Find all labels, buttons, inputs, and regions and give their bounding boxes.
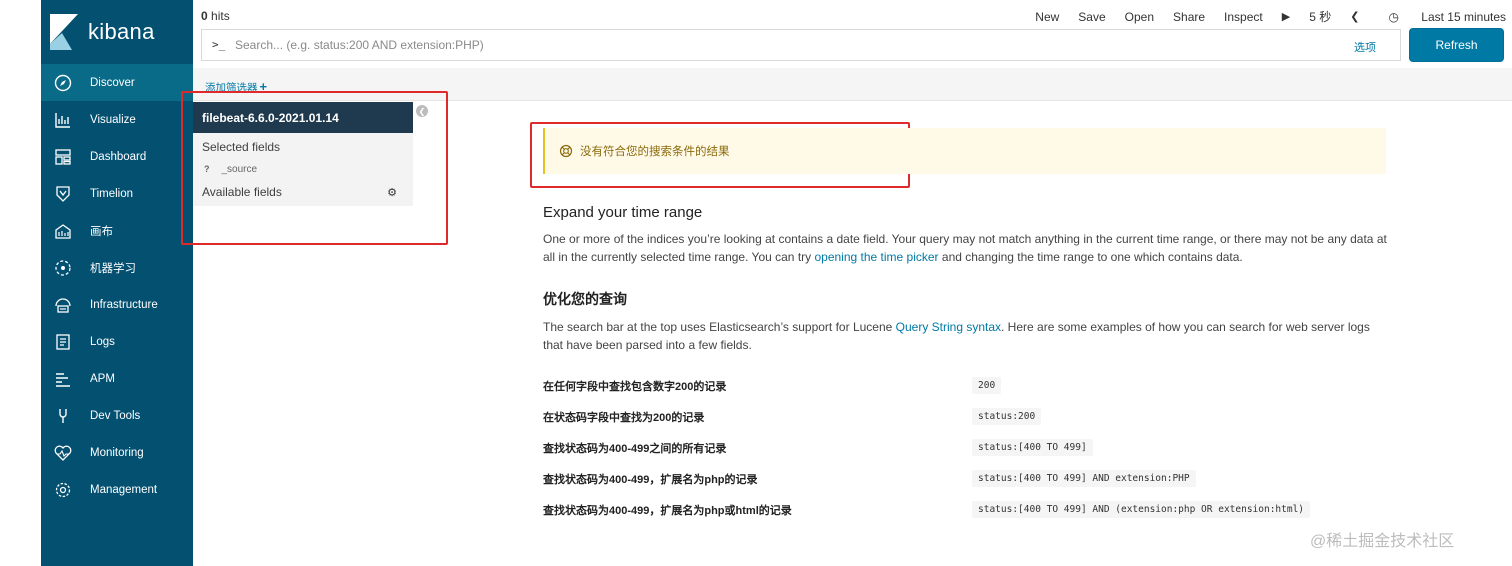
- sidebar-item-label: Infrastructure: [90, 298, 158, 311]
- sidebar-item-label: Visualize: [90, 113, 136, 126]
- no-results-help: Expand your time range One or more of th…: [543, 204, 1393, 354]
- sidebar-item-dashboard[interactable]: Dashboard: [41, 138, 193, 175]
- sidebar-item-canvas[interactable]: 画布: [41, 212, 193, 249]
- hits-label: hits: [211, 9, 230, 23]
- open-time-picker-link[interactable]: opening the time picker: [814, 250, 938, 264]
- watermark: @稀土掘金技术社区: [1310, 533, 1455, 550]
- example-description: 在状态码字段中查找为200的记录: [543, 411, 705, 424]
- sidebar-item-monitoring[interactable]: Monitoring: [41, 434, 193, 471]
- sidebar-item-infrastructure[interactable]: Infrastructure: [41, 286, 193, 323]
- expand-time-range-text: One or more of the indices you’re lookin…: [543, 231, 1393, 266]
- wrench-icon: [54, 407, 72, 425]
- clock-icon: ◷: [1388, 9, 1399, 24]
- shield-icon: [54, 185, 72, 203]
- query-prompt-icon: >_: [212, 38, 226, 51]
- example-code: status:[400 TO 499] AND (extension:php O…: [972, 501, 1311, 518]
- chart-icon: [54, 111, 72, 129]
- new-button[interactable]: New: [1035, 10, 1059, 24]
- optimize-query-title: 优化您的查询: [543, 291, 627, 307]
- sidebar-item-label: APM: [90, 372, 115, 385]
- no-results-text: 没有符合您的搜索条件的结果: [580, 146, 730, 158]
- time-range-label: Last 15 minutes: [1421, 9, 1506, 24]
- sidebar-item-label: 画布: [90, 225, 113, 238]
- example-description: 在任何字段中查找包含数字200的记录: [543, 380, 727, 393]
- sidebar-item-label: Timelion: [90, 187, 134, 200]
- no-results-callout: 没有符合您的搜索条件的结果: [543, 128, 1386, 174]
- example-row: 在任何字段中查找包含数字200的记录 200: [543, 370, 1393, 401]
- sidebar-item-ml[interactable]: 机器学习: [41, 249, 193, 286]
- example-description: 查找状态码为400-499，扩展名为php的记录: [543, 473, 758, 486]
- query-examples: 在任何字段中查找包含数字200的记录 200 在状态码字段中查找为200的记录 st…: [543, 370, 1393, 525]
- sidebar-item-apm[interactable]: APM: [41, 360, 193, 397]
- app-logo-text: kibana: [88, 19, 155, 44]
- options-link[interactable]: 选项: [1354, 39, 1376, 55]
- help-icon: [559, 144, 573, 158]
- canvas-icon: [54, 222, 72, 240]
- dashboard-icon: [54, 148, 72, 166]
- example-row: 查找状态码为400-499，扩展名为php的记录 status:[400 TO 4…: [543, 463, 1393, 494]
- optimize-query-text: The search bar at the top uses Elasticse…: [543, 319, 1393, 354]
- example-code: 200: [972, 377, 1002, 394]
- expand-text-part-2: and changing the time range to one which…: [938, 249, 1243, 264]
- save-button[interactable]: Save: [1078, 10, 1105, 24]
- refresh-interval[interactable]: 5 秒: [1309, 8, 1331, 25]
- chevron-left-icon[interactable]: ❮: [1350, 10, 1359, 23]
- hits-number: 0: [201, 9, 208, 23]
- sidebar-item-label: Monitoring: [90, 446, 144, 459]
- top-nav: 0 hits New Save Open Share Inspect ▶ 5 秒…: [193, 0, 1512, 30]
- play-icon[interactable]: ▶: [1282, 10, 1290, 23]
- sidebar-item-timelion[interactable]: Timelion: [41, 175, 193, 212]
- time-picker[interactable]: ◷ Last 15 minutes: [1369, 10, 1506, 24]
- open-button[interactable]: Open: [1125, 10, 1154, 24]
- example-row: 查找状态码为400-499，扩展名为php或html的记录 status:[400…: [543, 494, 1393, 525]
- infrastructure-icon: [54, 296, 72, 314]
- sidebar-item-discover[interactable]: Discover: [41, 64, 193, 101]
- example-code: status:[400 TO 499] AND extension:PHP: [972, 470, 1196, 487]
- apm-icon: [54, 370, 72, 388]
- compass-icon: [54, 74, 72, 92]
- inspect-button[interactable]: Inspect: [1224, 10, 1263, 24]
- kibana-logo-icon: [50, 14, 78, 50]
- example-code: status:200: [972, 408, 1042, 425]
- search-input[interactable]: [235, 36, 1335, 54]
- sidebar-item-label: Discover: [90, 76, 135, 89]
- optimize-text-part-1: The search bar at the top uses Elasticse…: [543, 320, 896, 334]
- nav-sidebar: kibana Discover Visualize Dashboard Time…: [41, 0, 193, 566]
- hits-count: 0 hits: [201, 9, 230, 23]
- expand-time-range-title: Expand your time range: [543, 204, 703, 221]
- sidebar-item-visualize[interactable]: Visualize: [41, 101, 193, 138]
- example-code: status:[400 TO 499]: [972, 439, 1093, 456]
- example-description: 查找状态码为400-499之间的所有记录: [543, 442, 727, 455]
- sidebar-item-dev-tools[interactable]: Dev Tools: [41, 397, 193, 434]
- example-row: 在状态码字段中查找为200的记录 status:200: [543, 401, 1393, 432]
- sidebar-item-management[interactable]: Management: [41, 471, 193, 508]
- example-description: 查找状态码为400-499，扩展名为php或html的记录: [543, 504, 792, 517]
- highlight-box-fields: [181, 91, 448, 245]
- sidebar-item-label: Dashboard: [90, 150, 147, 163]
- share-button[interactable]: Share: [1173, 10, 1205, 24]
- sidebar-item-label: Dev Tools: [90, 409, 141, 422]
- example-row: 查找状态码为400-499之间的所有记录 status:[400 TO 499]: [543, 432, 1393, 463]
- refresh-button[interactable]: Refresh: [1409, 28, 1504, 62]
- top-menu: New Save Open Share Inspect ▶ 5 秒 ❮ ◷ La…: [1016, 8, 1506, 25]
- sidebar-item-label: Logs: [90, 335, 115, 348]
- kibana-logo[interactable]: kibana: [41, 0, 193, 64]
- query-string-syntax-link[interactable]: Query String syntax: [896, 320, 1001, 334]
- sidebar-item-label: 机器学习: [90, 262, 136, 275]
- sidebar-item-label: Management: [90, 483, 158, 496]
- sidebar-item-logs[interactable]: Logs: [41, 323, 193, 360]
- gear-icon: [54, 481, 72, 499]
- logs-icon: [54, 333, 72, 351]
- heartbeat-icon: [54, 444, 72, 462]
- search-bar: >_ 选项: [201, 29, 1401, 61]
- ml-icon: [54, 259, 72, 277]
